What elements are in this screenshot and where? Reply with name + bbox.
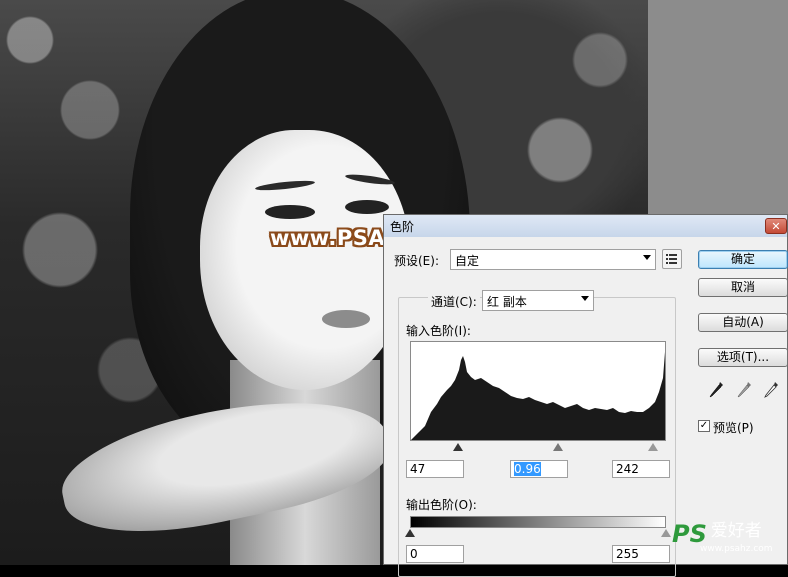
black-point-handle[interactable]: [453, 443, 463, 451]
channel-value: 红 副本: [487, 295, 527, 309]
input-gamma-value: 0.96: [514, 462, 541, 476]
workspace-background: [648, 0, 788, 215]
white-point-handle[interactable]: [648, 443, 658, 451]
list-menu-icon: [666, 254, 677, 264]
black-eyedropper-icon[interactable]: [707, 380, 725, 400]
chevron-down-icon: [643, 255, 651, 260]
output-gradient: [410, 516, 666, 528]
output-slider[interactable]: [405, 529, 671, 541]
preset-value: 自定: [455, 254, 480, 268]
channel-label: 通道(C):: [428, 293, 480, 310]
input-black-field[interactable]: 47: [406, 460, 464, 478]
input-white-field[interactable]: 242: [612, 460, 670, 478]
preset-options-button[interactable]: [662, 249, 682, 269]
photo-eye: [265, 205, 315, 219]
photo-eye: [345, 200, 389, 214]
cancel-button[interactable]: 取消: [698, 278, 788, 297]
output-white-field[interactable]: 255: [612, 545, 670, 563]
auto-button[interactable]: 自动(A): [698, 313, 788, 332]
input-levels-label: 输入色阶(I):: [406, 324, 471, 338]
site-logo: PS 爱好者 www.psahz.com: [672, 520, 773, 554]
channel-select[interactable]: 红 副本: [482, 290, 594, 311]
output-black-handle[interactable]: [405, 529, 415, 537]
preset-select[interactable]: 自定: [450, 249, 656, 270]
preset-label: 预设(E):: [394, 254, 439, 268]
output-white-handle[interactable]: [661, 529, 671, 537]
output-black-field[interactable]: 0: [406, 545, 464, 563]
photo-face: [200, 130, 410, 390]
output-levels-label: 输出色阶(O):: [406, 498, 477, 512]
photo-lips: [322, 310, 370, 328]
histogram: [410, 341, 666, 441]
close-button[interactable]: ✕: [765, 218, 787, 234]
preview-label: 预览(P): [713, 421, 754, 435]
dialog-title: 色阶: [390, 220, 415, 234]
logo-chinese: 爱好者: [710, 521, 762, 541]
ok-button[interactable]: 确定: [698, 250, 788, 269]
logo-url: www.psahz.com: [700, 544, 773, 554]
chevron-down-icon: [581, 296, 589, 301]
input-slider[interactable]: [410, 443, 666, 455]
dialog-titlebar[interactable]: 色阶 ✕: [384, 215, 787, 237]
histogram-graph: [411, 352, 665, 440]
input-gamma-field[interactable]: 0.96: [510, 460, 568, 478]
options-button[interactable]: 选项(T)...: [698, 348, 788, 367]
gray-eyedropper-icon[interactable]: [735, 380, 753, 400]
gamma-handle[interactable]: [553, 443, 563, 451]
white-eyedropper-icon[interactable]: [762, 380, 780, 400]
preview-checkbox[interactable]: ✓: [698, 420, 710, 432]
levels-dialog: 色阶 ✕ 预设(E): 自定 通道(C): 红 副本 输入色阶(I): 47 0…: [383, 214, 788, 577]
